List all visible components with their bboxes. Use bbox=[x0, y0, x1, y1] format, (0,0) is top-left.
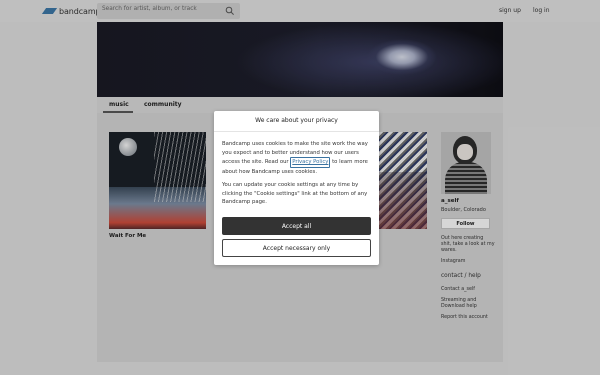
accept-necessary-button[interactable]: Accept necessary only bbox=[222, 239, 371, 257]
dialog-text-cookies: Bandcamp uses cookies to make the site w… bbox=[222, 140, 372, 176]
dialog-title: We care about your privacy bbox=[214, 111, 379, 132]
dialog-text-settings: You can update your cookie settings at a… bbox=[222, 182, 368, 205]
privacy-policy-link[interactable]: Privacy Policy bbox=[290, 157, 331, 168]
cookie-consent-dialog: We care about your privacy Bandcamp uses… bbox=[214, 111, 379, 265]
accept-all-button[interactable]: Accept all bbox=[222, 217, 371, 235]
